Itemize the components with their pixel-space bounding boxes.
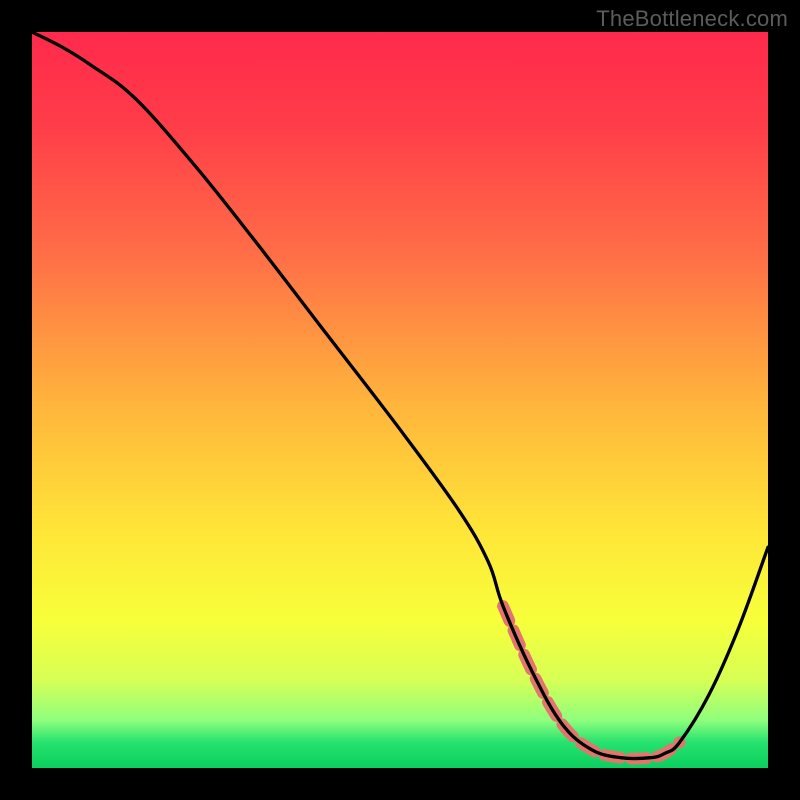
watermark-text: TheBottleneck.com xyxy=(596,6,788,32)
curve-layer xyxy=(32,32,768,768)
chart-frame: TheBottleneck.com xyxy=(0,0,800,800)
bottleneck-curve xyxy=(32,32,768,759)
marker-band-path xyxy=(503,606,680,758)
plot-area xyxy=(32,32,768,768)
